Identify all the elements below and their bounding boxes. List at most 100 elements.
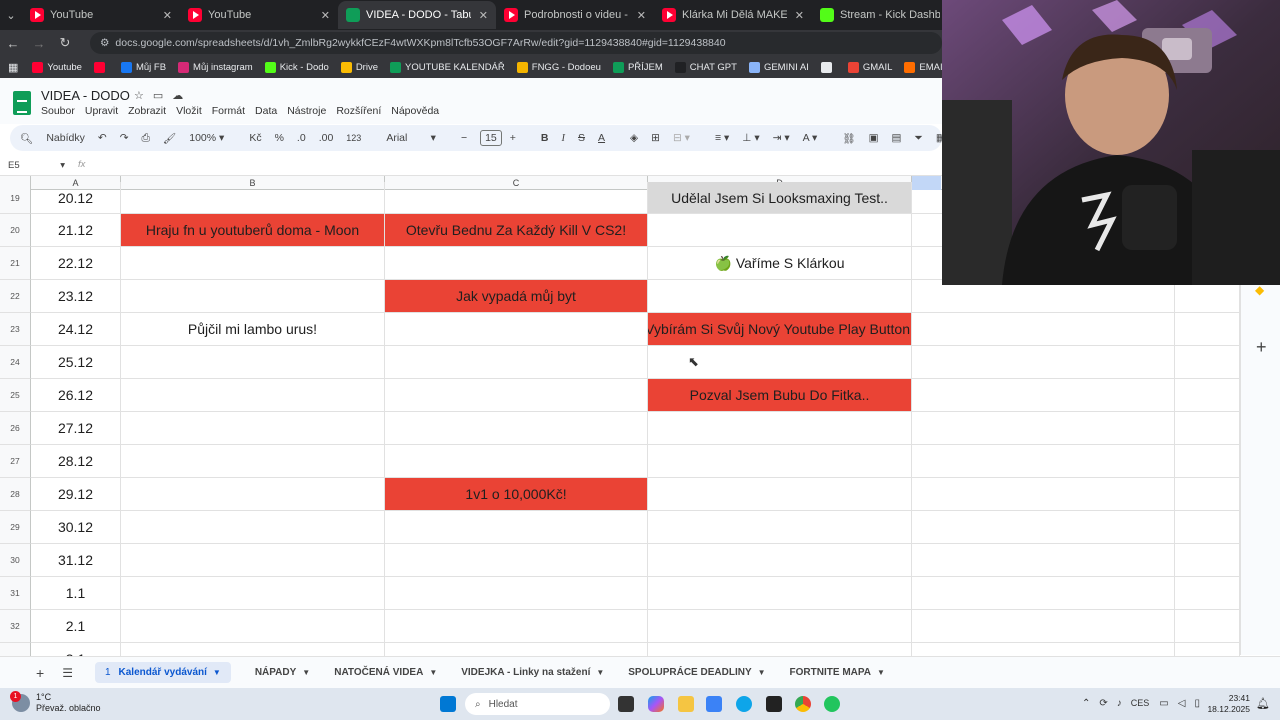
link-icon[interactable]: ⛓ <box>842 132 855 145</box>
bookmark-item[interactable]: GEMINI AI <box>748 61 809 73</box>
cell-d[interactable] <box>648 445 912 478</box>
browser-tab[interactable]: Stream - Kick Dashboard <box>812 1 940 29</box>
close-icon[interactable]: ✕ <box>471 9 488 22</box>
cell-b[interactable] <box>121 544 385 577</box>
bookmark-item[interactable]: Můj FB <box>120 61 166 73</box>
menu-4[interactable]: Formát <box>212 105 245 117</box>
bookmark-item[interactable]: GMAIL <box>847 61 892 73</box>
cell-b[interactable] <box>121 511 385 544</box>
browser-tab[interactable]: Klárka Mi Dělá MAKEUP! - You✕ <box>654 1 812 29</box>
browser-tab-active[interactable]: VIDEA - DODO - Tabulky Goog✕ <box>338 1 496 29</box>
cell-date[interactable]: 2.1 <box>31 610 121 643</box>
cell-date[interactable]: 20.12 <box>31 182 121 214</box>
cell-f[interactable] <box>1175 643 1240 656</box>
weather-widget[interactable]: 1 1°C Převaž. oblačno <box>10 691 101 714</box>
cell-date[interactable]: 21.12 <box>31 214 121 247</box>
menu-1[interactable]: Upravit <box>85 105 118 117</box>
sheets-logo-icon[interactable] <box>13 91 31 115</box>
cell-d[interactable] <box>648 478 912 511</box>
forward-icon[interactable]: → <box>26 36 52 51</box>
cell-f[interactable] <box>1175 478 1240 511</box>
menus-search-label[interactable]: Nabídky <box>46 132 85 144</box>
text-wrap-icon[interactable]: ⇥ ▾ <box>773 132 790 144</box>
percent-button[interactable]: % <box>275 132 284 144</box>
undo-icon[interactable]: ↶ <box>98 132 107 144</box>
cell-d[interactable]: 🍏 Vaříme S Klárkou <box>648 247 912 280</box>
cell-e[interactable] <box>912 610 1175 643</box>
cell-f[interactable] <box>1175 313 1240 346</box>
add-addon-icon[interactable]: + <box>1256 337 1267 358</box>
cell-d[interactable] <box>648 511 912 544</box>
cell-d[interactable] <box>648 544 912 577</box>
browser-tab[interactable]: YouTube ✕ <box>180 1 338 29</box>
cell-date[interactable]: 3.1 <box>31 643 121 656</box>
cell-f[interactable] <box>1175 346 1240 379</box>
store-icon[interactable] <box>706 696 722 712</box>
row-header[interactable]: 30 <box>0 544 31 577</box>
sheet-tab[interactable]: SPOLUPRÁCE DEADLINY ▼ <box>628 667 765 678</box>
sheet-tab[interactable]: NÁPADY ▼ <box>255 667 310 678</box>
cell-b[interactable] <box>121 412 385 445</box>
cell-e[interactable] <box>912 313 1175 346</box>
merge-cells-icon[interactable]: ⊟ ▾ <box>673 132 690 144</box>
cell-d[interactable] <box>648 577 912 610</box>
row-header[interactable]: 25 <box>0 379 31 412</box>
cell-c[interactable]: Otevřu Bednu Za Každý Kill V CS2! <box>385 214 648 247</box>
chrome-icon[interactable] <box>795 696 811 712</box>
cell-date[interactable]: 25.12 <box>31 346 121 379</box>
cell-e[interactable] <box>912 478 1175 511</box>
cell-c[interactable] <box>385 379 648 412</box>
row-header[interactable]: 19 <box>0 182 31 214</box>
notifications-icon[interactable]: 🔔︎ <box>1256 697 1270 710</box>
name-box[interactable]: E5 ▾ <box>8 160 65 171</box>
mic-icon[interactable]: ♪ <box>1117 698 1131 709</box>
cell-d[interactable] <box>648 610 912 643</box>
app-icon[interactable] <box>824 696 840 712</box>
star-icon[interactable]: ☆ <box>134 90 153 102</box>
bookmark-item[interactable] <box>93 61 109 73</box>
cell-e[interactable] <box>912 346 1175 379</box>
row-header[interactable]: 22 <box>0 280 31 313</box>
menu-7[interactable]: Rozšíření <box>336 105 381 117</box>
sheet-tab[interactable]: FORTNITE MAPA ▼ <box>790 667 885 678</box>
menu-6[interactable]: Nástroje <box>287 105 326 117</box>
cell-f[interactable] <box>1175 445 1240 478</box>
cell-c[interactable]: Jak vypadá můj byt <box>385 280 648 313</box>
borders-icon[interactable]: ⊞ <box>651 132 660 144</box>
font-size-decrease-icon[interactable]: − <box>461 132 467 144</box>
cell-c[interactable] <box>385 412 648 445</box>
cloud-status-icon[interactable]: ☁ <box>172 90 192 102</box>
bookmark-item[interactable]: CHAT GPT <box>674 61 737 73</box>
row-header[interactable]: 29 <box>0 511 31 544</box>
tab-search-button[interactable]: ⌄ <box>0 1 22 29</box>
cell-f[interactable] <box>1175 577 1240 610</box>
bookmark-item[interactable]: Youtube <box>32 61 82 73</box>
comment-icon[interactable]: ▣ <box>869 132 879 144</box>
chevron-up-icon[interactable]: ⌃ <box>1082 698 1099 709</box>
cell-b[interactable] <box>121 247 385 280</box>
cell-f[interactable] <box>1175 412 1240 445</box>
menu-5[interactable]: Data <box>255 105 277 117</box>
cell-b[interactable] <box>121 643 385 656</box>
cell-date[interactable]: 31.12 <box>31 544 121 577</box>
decrease-decimal-button[interactable]: .0 <box>297 132 306 144</box>
volume-icon[interactable]: ◁ <box>1178 698 1195 709</box>
cell-e[interactable] <box>912 577 1175 610</box>
cell-b[interactable] <box>121 478 385 511</box>
bookmark-item[interactable] <box>820 61 836 73</box>
row-header[interactable]: 26 <box>0 412 31 445</box>
text-rotation-icon[interactable]: A ▾ <box>803 132 818 144</box>
fill-color-icon[interactable]: ◈ <box>630 132 638 144</box>
currency-button[interactable]: Kč <box>249 132 261 144</box>
document-title[interactable]: VIDEA - DODO <box>41 88 130 103</box>
windows-start-icon[interactable] <box>440 696 456 712</box>
cell-d[interactable]: Udělal Jsem Si Looksmaxing Test.. <box>648 182 912 214</box>
close-icon[interactable]: ✕ <box>155 9 172 22</box>
menu-3[interactable]: Vložit <box>176 105 202 117</box>
clock[interactable]: 23:41 18.12.2025 <box>1207 693 1250 715</box>
network-icon[interactable]: ▭ <box>1159 698 1177 709</box>
cell-b[interactable] <box>121 610 385 643</box>
cell-c[interactable] <box>385 313 648 346</box>
cell-e[interactable] <box>912 412 1175 445</box>
cell-date[interactable]: 22.12 <box>31 247 121 280</box>
